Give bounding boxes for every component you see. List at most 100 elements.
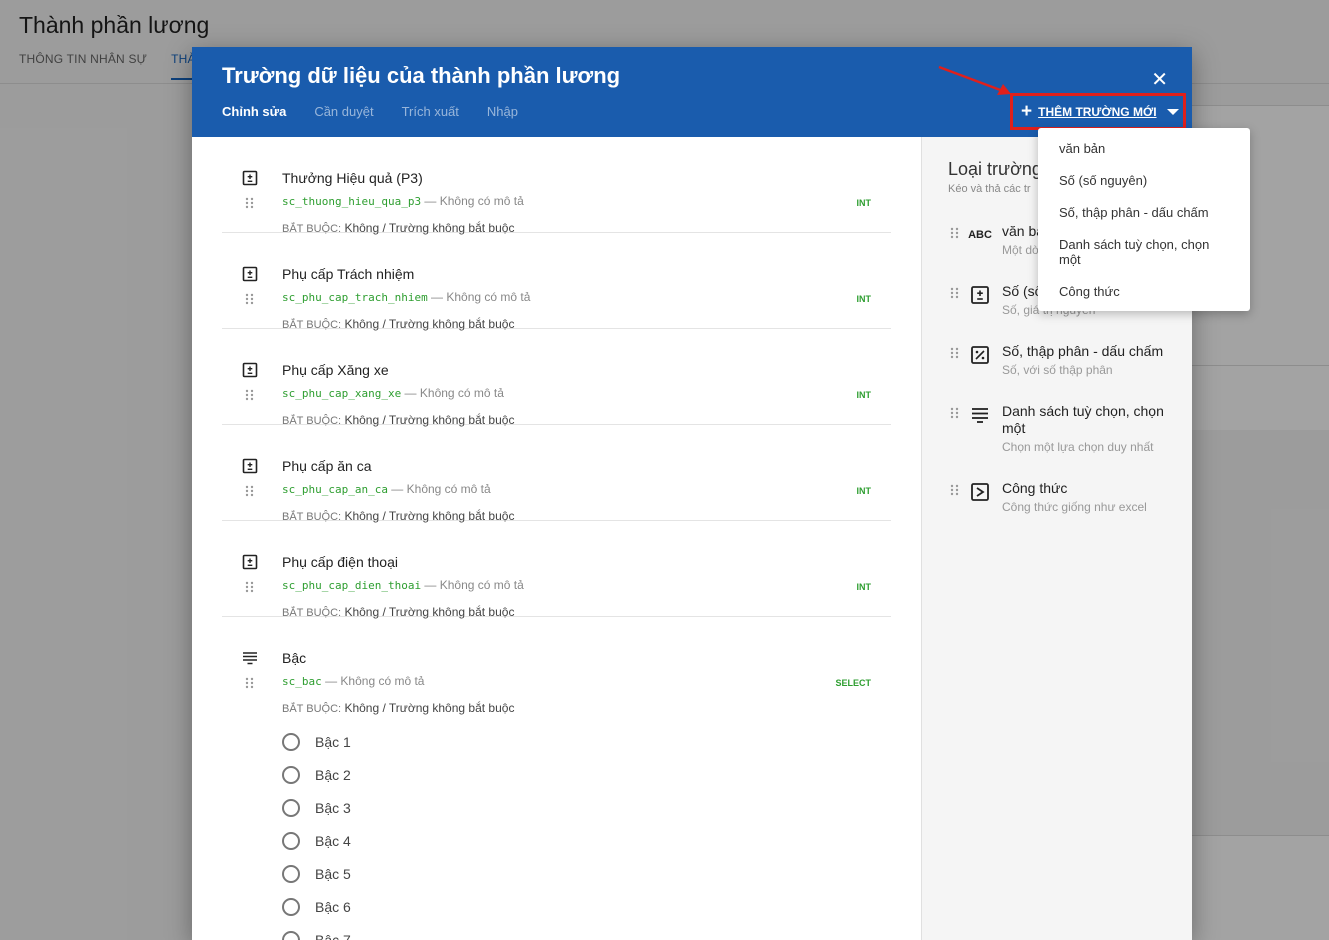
field-name: Bậc	[282, 650, 307, 666]
radio-option[interactable]: Bậc 5	[282, 857, 351, 890]
number-icon	[242, 362, 258, 378]
field-row[interactable]: Phụ cấp Xăng xe sc_phu_cap_xang_xe — Khôn…	[222, 329, 891, 427]
drag-handle-icon[interactable]	[245, 389, 255, 401]
field-description: Không có mô tả	[439, 194, 524, 208]
radio-icon[interactable]	[282, 798, 300, 817]
option-label: Bậc 3	[315, 799, 351, 816]
tab-export[interactable]: Trích xuất	[402, 104, 459, 119]
tab-pending[interactable]: Cần duyệt	[314, 104, 373, 119]
close-icon[interactable]: ✕	[1151, 67, 1168, 92]
tab-import[interactable]: Nhập	[487, 104, 518, 119]
field-meta: sc_phu_cap_trach_nhiem — Không có mô tả	[282, 290, 531, 304]
radio-icon[interactable]	[282, 930, 300, 940]
required-key: BẮT BUỘC:	[282, 703, 342, 715]
percent-icon	[971, 346, 989, 364]
field-code: sc_phu_cap_an_ca	[282, 483, 388, 496]
field-meta: sc_phu_cap_an_ca — Không có mô tả	[282, 482, 491, 496]
radio-icon[interactable]	[282, 831, 300, 850]
field-name: Phụ cấp điện thoại	[282, 554, 398, 570]
radio-option[interactable]: Bậc 2	[282, 758, 351, 791]
radio-option[interactable]: Bậc 1	[282, 725, 351, 758]
tab-edit[interactable]: Chỉnh sửa	[222, 104, 286, 119]
field-description: Không có mô tả	[439, 578, 524, 592]
modal-header: Trường dữ liệu của thành phần lương ✕ Ch…	[192, 47, 1192, 137]
field-row[interactable]: Thưởng Hiệu quả (P3) sc_thuong_hieu_qua_p…	[222, 137, 891, 235]
radio-icon[interactable]	[282, 864, 300, 883]
dropdown-item-select[interactable]: Danh sách tuỳ chọn, chọn một	[1038, 237, 1250, 267]
radio-option[interactable]: Bậc 4	[282, 824, 351, 857]
field-code: sc_thuong_hieu_qua_p3	[282, 195, 422, 208]
number-icon	[242, 266, 258, 282]
drag-handle-icon[interactable]	[245, 485, 255, 497]
drag-handle-icon[interactable]	[950, 407, 960, 419]
option-label: Bậc 1	[315, 733, 351, 750]
drag-handle-icon[interactable]	[245, 293, 255, 305]
option-label: Bậc 4	[315, 832, 351, 849]
drag-handle-icon[interactable]	[245, 677, 255, 689]
radio-icon[interactable]	[282, 765, 300, 784]
dropdown-item-text[interactable]: văn bản	[1038, 141, 1250, 156]
add-new-field-button[interactable]: + THÊM TRƯỜNG MỚI	[1010, 93, 1186, 130]
field-type-name: Số, thập phân - dấu chấm	[1002, 343, 1164, 359]
add-field-dropdown: văn bản Số (số nguyên) Số, thập phân - d…	[1038, 128, 1250, 311]
formula-icon	[971, 483, 989, 501]
field-type-name: Danh sách tuỳ chọn, chọn một	[1002, 403, 1164, 436]
required-value: Không / Trường không bắt buộc	[344, 701, 515, 715]
drag-handle-icon[interactable]	[950, 287, 960, 299]
field-code: sc_phu_cap_xang_xe	[282, 387, 402, 400]
drag-handle-icon[interactable]	[950, 347, 960, 359]
field-type-badge: INT	[856, 390, 872, 400]
radio-icon[interactable]	[282, 732, 300, 751]
field-type-badge: INT	[856, 486, 872, 496]
drag-handle-icon[interactable]	[245, 581, 255, 593]
field-description: Không có mô tả	[419, 386, 504, 400]
field-type-desc: Công thức giống như excel	[1002, 500, 1147, 514]
option-label: Bậc 5	[315, 865, 351, 882]
drag-handle-icon[interactable]	[950, 227, 960, 239]
option-label: Bậc 2	[315, 766, 351, 783]
field-name: Phụ cấp ăn ca	[282, 458, 372, 474]
field-row[interactable]: Phụ cấp điện thoại sc_phu_cap_dien_thoai …	[222, 521, 891, 619]
radio-icon[interactable]	[282, 897, 300, 916]
number-icon	[242, 554, 258, 570]
dropdown-item-decimal[interactable]: Số, thập phân - dấu chấm	[1038, 205, 1250, 220]
dropdown-item-integer[interactable]: Số (số nguyên)	[1038, 173, 1250, 188]
field-row[interactable]: Phụ cấp Trách nhiệm sc_phu_cap_trach_nhie…	[222, 233, 891, 331]
field-row[interactable]: Bậc sc_bac — Không có mô tả BẮT BUỘC: Khôn…	[222, 617, 891, 940]
add-new-field-label: THÊM TRƯỜNG MỚI	[1038, 104, 1157, 119]
number-icon	[242, 458, 258, 474]
drag-handle-icon[interactable]	[245, 197, 255, 209]
option-list: Bậc 1 Bậc 2 Bậc 3 Bậc 4 Bậc 5 Bậc 6 Bậc 7	[282, 725, 351, 940]
number-icon	[242, 170, 258, 186]
field-type-desc: Số, với số thập phân	[1002, 363, 1113, 377]
number-icon	[971, 286, 989, 304]
field-type-desc: Chọn một lựa chọn duy nhất	[1002, 440, 1154, 454]
field-row[interactable]: Phụ cấp ăn ca sc_phu_cap_an_ca — Không có…	[222, 425, 891, 523]
field-code: sc_phu_cap_dien_thoai	[282, 579, 422, 592]
option-label: Bậc 7	[315, 931, 351, 940]
field-type-badge: INT	[856, 198, 872, 208]
field-list: Thưởng Hiệu quả (P3) sc_thuong_hieu_qua_p…	[222, 137, 891, 940]
drag-handle-icon[interactable]	[950, 484, 960, 496]
field-meta: sc_thuong_hieu_qua_p3 — Không có mô tả	[282, 194, 524, 208]
field-type-badge: SELECT	[835, 678, 871, 688]
field-code: sc_bac	[282, 675, 322, 688]
field-type-badge: INT	[856, 582, 872, 592]
radio-option[interactable]: Bậc 3	[282, 791, 351, 824]
radio-option[interactable]: Bậc 7	[282, 923, 351, 940]
caret-down-icon	[1166, 108, 1179, 115]
field-meta: sc_bac — Không có mô tả	[282, 674, 425, 688]
radio-option[interactable]: Bậc 6	[282, 890, 351, 923]
option-label: Bậc 6	[315, 898, 351, 915]
field-meta: sc_phu_cap_xang_xe — Không có mô tả	[282, 386, 504, 400]
list-icon	[972, 408, 988, 423]
field-name: Phụ cấp Xăng xe	[282, 362, 389, 378]
field-name: Thưởng Hiệu quả (P3)	[282, 170, 423, 186]
field-type-name: Công thức	[1002, 480, 1068, 496]
field-description: Không có mô tả	[406, 482, 491, 496]
modal-tabs: Chỉnh sửa Cần duyệt Trích xuất Nhập	[222, 104, 518, 119]
field-description: Không có mô tả	[340, 674, 425, 688]
abc-icon: ABC	[968, 229, 992, 241]
field-code: sc_phu_cap_trach_nhiem	[282, 291, 428, 304]
dropdown-item-formula[interactable]: Công thức	[1038, 284, 1250, 299]
